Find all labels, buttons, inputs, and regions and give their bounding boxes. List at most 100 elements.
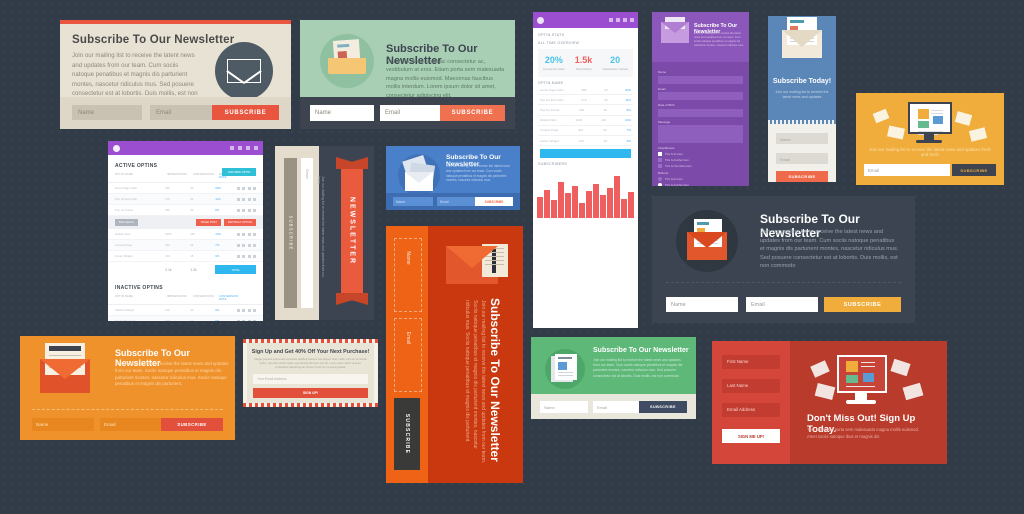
subscribe-button[interactable]: SUBSCRIBE [475,197,513,206]
row-actions[interactable] [236,254,257,258]
email-input[interactable]: Email [746,297,818,312]
subscribe-button[interactable]: SUBSCRIBE [161,418,223,431]
email-input[interactable]: Email Address [722,403,780,417]
name-input[interactable]: Name [666,297,738,312]
row-actions[interactable] [236,319,257,321]
name-input[interactable]: Name [540,401,588,413]
checkbox-icon[interactable] [658,158,662,162]
total-button[interactable] [540,149,631,159]
row-actions[interactable] [236,208,257,212]
action-icon[interactable] [242,186,246,190]
table-row[interactable]: Contact Page 312 22 7% [108,240,263,251]
action-icon[interactable] [236,232,240,236]
checkbox-item[interactable]: This Is Another Item [658,158,743,162]
email-input[interactable]: Email [776,153,828,164]
action-icon[interactable] [247,186,251,190]
row-actions[interactable] [236,232,257,236]
action-icon[interactable] [247,232,251,236]
email-input[interactable]: Email [301,158,313,308]
add-optin-button[interactable]: ADD NEW OPTIN [222,168,256,176]
signup-button[interactable]: SIGN UP! [253,388,368,398]
email-input[interactable]: Email [380,105,444,121]
table-row[interactable]: Pop Up Exit Optin 270 30 11% [538,95,633,106]
action-icon[interactable] [242,243,246,247]
action-icon[interactable] [253,186,257,190]
table-row[interactable]: Footer Widget 190 18 9% [108,251,263,262]
subscribe-button[interactable]: SUBSCRIBE [824,297,901,312]
action-icon[interactable] [242,254,246,258]
action-icon[interactable] [236,186,240,190]
action-icon[interactable] [236,197,240,201]
email-input[interactable]: Your Email Address [253,374,368,384]
action-icon[interactable] [253,319,257,321]
table-row[interactable]: Home Page Optin 200 40 20% [108,183,263,194]
trash-post-button[interactable]: TRASH POST [196,219,221,226]
name-input[interactable]: Name [32,418,94,431]
checkbox-item[interactable]: This Is An Item [658,152,743,156]
action-icon[interactable] [253,197,257,201]
action-icon[interactable] [242,208,246,212]
action-icon[interactable] [253,208,257,212]
titlebar-icons[interactable] [609,18,634,22]
message-textarea[interactable] [658,125,743,143]
name-input[interactable]: Name [776,133,828,144]
email-input[interactable]: Email [150,105,220,120]
name-input[interactable]: Name [394,238,422,312]
action-icon[interactable] [236,243,240,247]
email-input[interactable]: Email [437,197,477,206]
action-icon[interactable] [242,308,246,312]
action-icon[interactable] [247,308,251,312]
name-input[interactable]: Name [393,197,433,206]
table-row[interactable]: Home Page Optin 200 40 20% [538,85,633,96]
table-row[interactable]: Pop Up Footer 230 20 8% [108,205,263,216]
checkbox-item[interactable]: This Is One More Item [658,164,743,168]
subscribe-button[interactable]: SUBSCRIBE [394,398,420,470]
table-row[interactable]: Pop Up Exit Optin 270 30 11% [108,194,263,205]
action-icon[interactable] [247,254,251,258]
subscribe-button[interactable]: SUBSCRIBE [212,105,279,120]
radio-icon[interactable] [658,177,662,181]
action-icon[interactable] [236,208,240,212]
radio-item[interactable]: This Is Another Item [658,183,743,186]
name-input[interactable]: Name [310,105,374,121]
action-icon[interactable] [253,254,257,258]
table-row[interactable]: Pop Up Footer 230 20 8% [538,105,633,116]
action-icon[interactable] [247,243,251,247]
table-row[interactable]: Footer Widget 190 18 9% [538,136,633,147]
row-actions[interactable] [236,243,257,247]
subscribe-button[interactable]: SUBSCRIBE [639,401,687,413]
subscribe-button[interactable]: SUBSCRIBE [952,164,996,176]
bulk-options-button[interactable]: Bulk Options [115,219,138,226]
action-icon[interactable] [236,308,240,312]
email-input[interactable]: Email [864,164,950,176]
row-actions[interactable] [236,308,257,312]
name-input[interactable] [658,75,743,84]
table-row[interactable]: Global Optin 1020 140 13% [108,229,263,240]
signup-button[interactable]: SIGN ME UP! [722,429,780,443]
titlebar-icons[interactable] [230,146,258,150]
action-icon[interactable] [253,308,257,312]
action-icon[interactable] [247,208,251,212]
action-icon[interactable] [242,319,246,321]
table-row[interactable]: Contact Page 312 22 7% [538,126,633,136]
action-icon[interactable] [242,232,246,236]
email-input[interactable] [658,92,743,100]
email-input[interactable]: Email [100,418,162,431]
edit-bulk-button[interactable]: EDIT BULK OPTION [223,219,256,226]
radio-item[interactable]: This Is An Item [658,177,743,181]
subscribe-button[interactable]: SUBSCRIBE [440,105,505,121]
action-icon[interactable] [253,243,257,247]
name-input[interactable]: Name [72,105,142,120]
table-row[interactable]: Footer Banner 2 120 11 9% [108,316,263,321]
row-actions[interactable] [236,197,257,201]
action-icon[interactable] [242,197,246,201]
total-button[interactable]: TOTAL [215,265,256,274]
action-icon[interactable] [236,319,240,321]
action-icon[interactable] [253,232,257,236]
table-row[interactable]: Global Optin 1020 140 13% [538,116,633,126]
action-icon[interactable] [247,197,251,201]
email-input[interactable]: Email [394,318,422,392]
email-input[interactable]: Email [593,401,641,413]
subscribe-button[interactable]: SUBSCRIBE [284,158,297,308]
checkbox-icon[interactable] [658,164,662,168]
